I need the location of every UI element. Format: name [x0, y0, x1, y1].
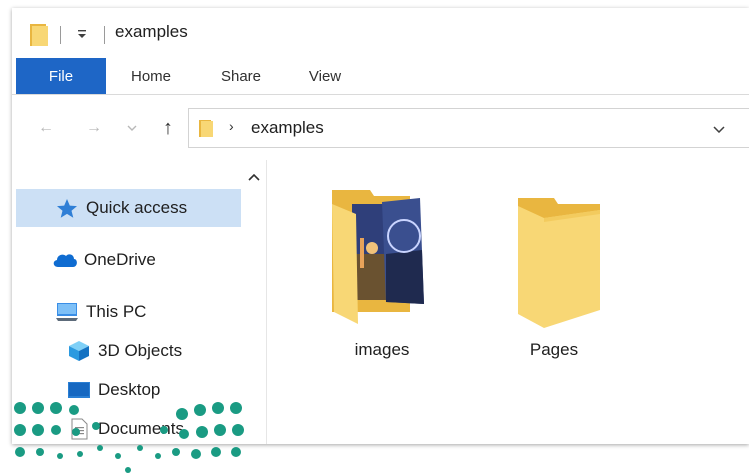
arrow-right-icon: →: [86, 119, 102, 136]
ribbon-tabs: File Home Share View: [12, 58, 749, 95]
tab-home[interactable]: Home: [116, 58, 186, 94]
title-bar: examples: [12, 8, 749, 58]
sidebar-item-onedrive[interactable]: OneDrive: [16, 241, 241, 279]
forward-button[interactable]: →: [82, 116, 106, 140]
star-icon: [54, 197, 80, 219]
address-history-dropdown[interactable]: [709, 121, 729, 137]
chevron-right-icon: ›: [229, 118, 234, 134]
folder-item-images[interactable]: images: [312, 184, 452, 364]
chevron-down-icon: [127, 125, 137, 131]
sidebar-item-documents[interactable]: Documents: [16, 410, 241, 444]
folder-with-photos-icon: [332, 190, 424, 324]
chevron-down-icon: [713, 125, 725, 133]
file-list: images Pages: [268, 160, 749, 444]
document-icon: [66, 418, 92, 440]
folder-icon: [518, 198, 600, 328]
tab-file[interactable]: File: [16, 58, 106, 94]
back-button[interactable]: ←: [34, 116, 58, 140]
sidebar-item-3d-objects[interactable]: 3D Objects: [16, 332, 241, 370]
folder-icon: [199, 120, 213, 137]
sidebar-item-label: Desktop: [98, 380, 161, 399]
arrow-left-icon: ←: [38, 119, 54, 136]
recent-locations-button[interactable]: [122, 116, 142, 140]
address-bar[interactable]: › examples: [188, 108, 749, 148]
chevron-up-icon: [248, 173, 260, 181]
sidebar-item-label: This PC: [86, 302, 147, 321]
separator: [104, 26, 105, 44]
up-button[interactable]: ↑: [156, 116, 180, 140]
sidebar-item-this-pc[interactable]: This PC: [16, 293, 241, 331]
sidebar-item-label: Documents: [98, 419, 184, 438]
computer-icon: [54, 301, 80, 323]
sidebar-item-label: OneDrive: [84, 250, 156, 269]
separator: [60, 26, 61, 44]
folder-item-pages[interactable]: Pages: [484, 184, 624, 364]
desktop-icon: [66, 379, 92, 401]
navigation-pane: Quick access OneDrive This PC 3D Objects…: [12, 160, 267, 444]
quick-access-toolbar-dropdown[interactable]: [71, 22, 93, 46]
cube-icon: [66, 340, 92, 362]
arrow-up-icon: ↑: [163, 116, 173, 139]
folder-icon: [30, 24, 48, 46]
scroll-up-button[interactable]: [244, 168, 264, 186]
tab-share[interactable]: Share: [206, 58, 276, 94]
folder-name: Pages: [529, 340, 579, 359]
sidebar-item-quick-access[interactable]: Quick access: [16, 189, 241, 227]
navigation-bar: ← → ↑ › examples: [12, 96, 749, 160]
window-title: examples: [115, 22, 188, 41]
sidebar-item-label: 3D Objects: [98, 341, 183, 360]
file-explorer-window: examples File Home Share View ← → ↑ › ex…: [12, 8, 749, 444]
address-path: examples: [251, 118, 324, 137]
sidebar-item-label: Quick access: [86, 198, 188, 217]
tab-view[interactable]: View: [293, 58, 357, 94]
folder-name: images: [354, 340, 410, 359]
chevron-down-icon: [78, 30, 86, 38]
sidebar-item-desktop[interactable]: Desktop: [16, 371, 241, 409]
cloud-icon: [52, 249, 78, 271]
